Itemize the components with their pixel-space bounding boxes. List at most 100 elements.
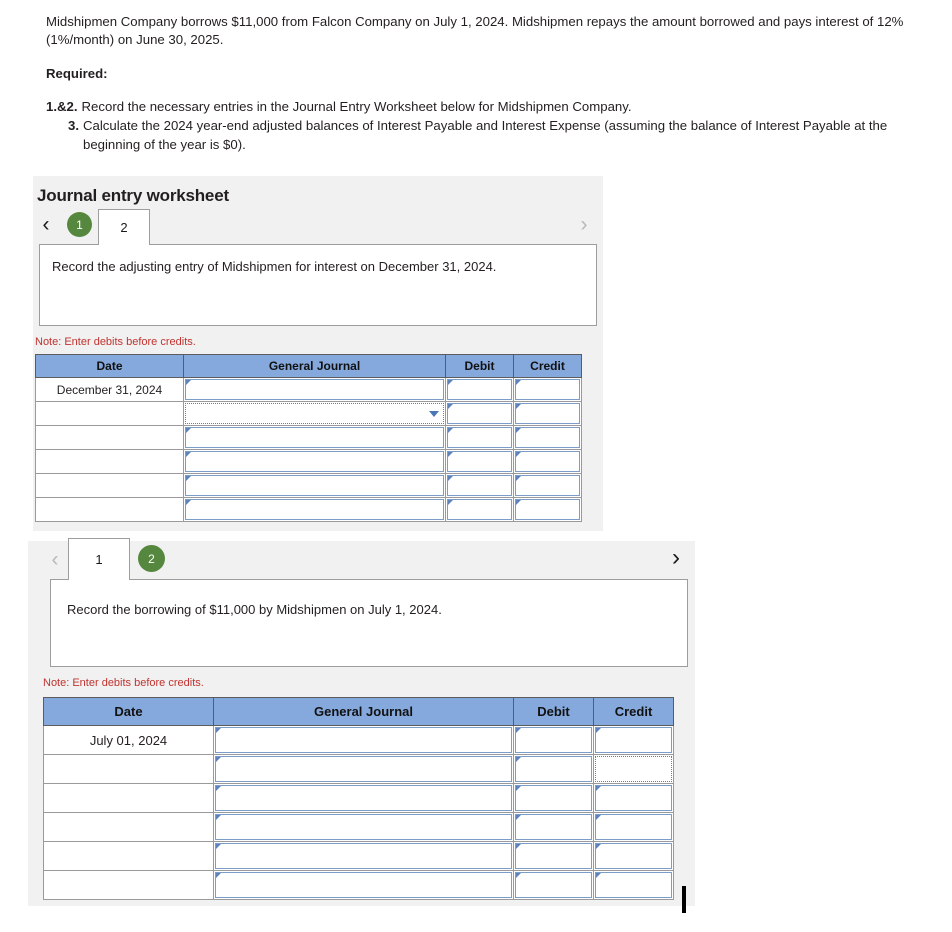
cell-credit-input[interactable] [595, 785, 672, 811]
requirement-number: 3. [68, 118, 79, 133]
cell-credit-input[interactable] [515, 499, 580, 520]
cell-debit[interactable] [513, 812, 594, 842]
cell-credit[interactable] [513, 449, 582, 474]
cell-credit[interactable] [513, 377, 582, 402]
cell-general-journal-input[interactable] [185, 403, 444, 424]
cell-debit-input[interactable] [515, 756, 592, 782]
cell-date[interactable] [35, 473, 184, 498]
chevron-down-icon[interactable] [429, 410, 439, 417]
cell-credit-input[interactable] [595, 727, 672, 753]
cell-debit-input[interactable] [447, 403, 512, 424]
cell-debit[interactable] [513, 783, 594, 813]
cell-credit-input[interactable] [515, 379, 580, 400]
cell-date[interactable] [35, 449, 184, 474]
cell-credit[interactable] [593, 783, 674, 813]
cell-debit[interactable] [445, 377, 514, 402]
cell-general-journal[interactable] [213, 812, 514, 842]
cell-general-journal[interactable] [213, 783, 514, 813]
cell-general-journal[interactable] [213, 725, 514, 755]
cell-date[interactable] [35, 401, 184, 426]
cell-debit-input[interactable] [447, 379, 512, 400]
cell-debit-input[interactable] [515, 727, 592, 753]
column-header-general-journal: General Journal [213, 697, 514, 726]
cell-general-journal[interactable] [183, 473, 446, 498]
prev-tab-button[interactable]: ‹ [42, 549, 68, 579]
cell-debit[interactable] [513, 725, 594, 755]
cell-general-journal[interactable] [183, 425, 446, 450]
cell-general-journal-input[interactable] [215, 756, 512, 782]
cell-credit[interactable] [593, 754, 674, 784]
cell-date[interactable]: December 31, 2024 [35, 377, 184, 402]
cell-general-journal-input[interactable] [215, 872, 512, 898]
cell-debit-input[interactable] [447, 475, 512, 496]
tab-1[interactable]: 1 [68, 538, 130, 580]
cell-credit-input[interactable] [595, 814, 672, 840]
cell-general-journal[interactable] [213, 841, 514, 871]
next-tab-button[interactable]: › [663, 546, 689, 579]
prev-tab-button[interactable]: ‹ [33, 214, 59, 244]
cell-date[interactable] [43, 783, 214, 813]
cell-debit-input[interactable] [515, 814, 592, 840]
cell-debit-input[interactable] [447, 451, 512, 472]
cell-general-journal[interactable] [183, 449, 446, 474]
cell-debit-input[interactable] [447, 499, 512, 520]
cell-credit[interactable] [513, 425, 582, 450]
cell-credit[interactable] [593, 841, 674, 871]
cell-debit[interactable] [445, 401, 514, 426]
cell-debit-input[interactable] [515, 872, 592, 898]
tab-1[interactable]: 1 [67, 212, 92, 237]
cell-general-journal[interactable] [183, 377, 446, 402]
cell-credit-input[interactable] [515, 403, 580, 424]
tab-2[interactable]: 2 [98, 209, 150, 245]
cell-date[interactable] [43, 841, 214, 871]
cell-credit[interactable] [513, 401, 582, 426]
cell-general-journal[interactable] [213, 870, 514, 900]
cell-debit[interactable] [513, 870, 594, 900]
cell-general-journal[interactable] [213, 754, 514, 784]
cell-credit[interactable] [513, 497, 582, 522]
problem-statement: Midshipmen Company borrows $11,000 from … [46, 14, 904, 47]
table-row: December 31, 2024 [35, 377, 582, 402]
cell-debit[interactable] [445, 497, 514, 522]
cell-credit[interactable] [593, 725, 674, 755]
column-header-date: Date [43, 697, 214, 726]
cell-credit-input[interactable] [595, 872, 672, 898]
cell-general-journal-input[interactable] [185, 475, 444, 496]
table-row [43, 841, 674, 871]
cell-credit[interactable] [513, 473, 582, 498]
cell-date[interactable] [43, 870, 214, 900]
cell-debit[interactable] [513, 754, 594, 784]
cell-general-journal-input[interactable] [185, 499, 444, 520]
cell-credit-input[interactable] [515, 427, 580, 448]
cell-debit[interactable] [445, 473, 514, 498]
cell-date[interactable] [35, 497, 184, 522]
cell-date[interactable] [43, 812, 214, 842]
cell-date[interactable] [35, 425, 184, 450]
cell-debit[interactable] [513, 841, 594, 871]
cell-credit-input[interactable] [515, 451, 580, 472]
cell-debit[interactable] [445, 449, 514, 474]
table-row [35, 497, 582, 522]
cell-general-journal-input[interactable] [215, 814, 512, 840]
cell-debit-input[interactable] [515, 785, 592, 811]
cell-general-journal-input[interactable] [215, 843, 512, 869]
cell-debit[interactable] [445, 425, 514, 450]
cell-date[interactable]: July 01, 2024 [43, 725, 214, 755]
cell-credit[interactable] [593, 870, 674, 900]
cell-credit-input[interactable] [595, 843, 672, 869]
cell-general-journal-input[interactable] [215, 727, 512, 753]
cell-credit-input[interactable] [595, 756, 672, 782]
cell-general-journal-input[interactable] [215, 785, 512, 811]
cell-general-journal[interactable] [183, 497, 446, 522]
cell-debit-input[interactable] [447, 427, 512, 448]
cell-debit-input[interactable] [515, 843, 592, 869]
cell-general-journal[interactable] [183, 401, 446, 426]
cell-general-journal-input[interactable] [185, 379, 444, 400]
cell-credit[interactable] [593, 812, 674, 842]
cell-general-journal-input[interactable] [185, 427, 444, 448]
cell-date[interactable] [43, 754, 214, 784]
cell-credit-input[interactable] [515, 475, 580, 496]
tab-2[interactable]: 2 [138, 545, 165, 572]
cell-general-journal-input[interactable] [185, 451, 444, 472]
next-tab-button[interactable]: › [571, 214, 597, 244]
